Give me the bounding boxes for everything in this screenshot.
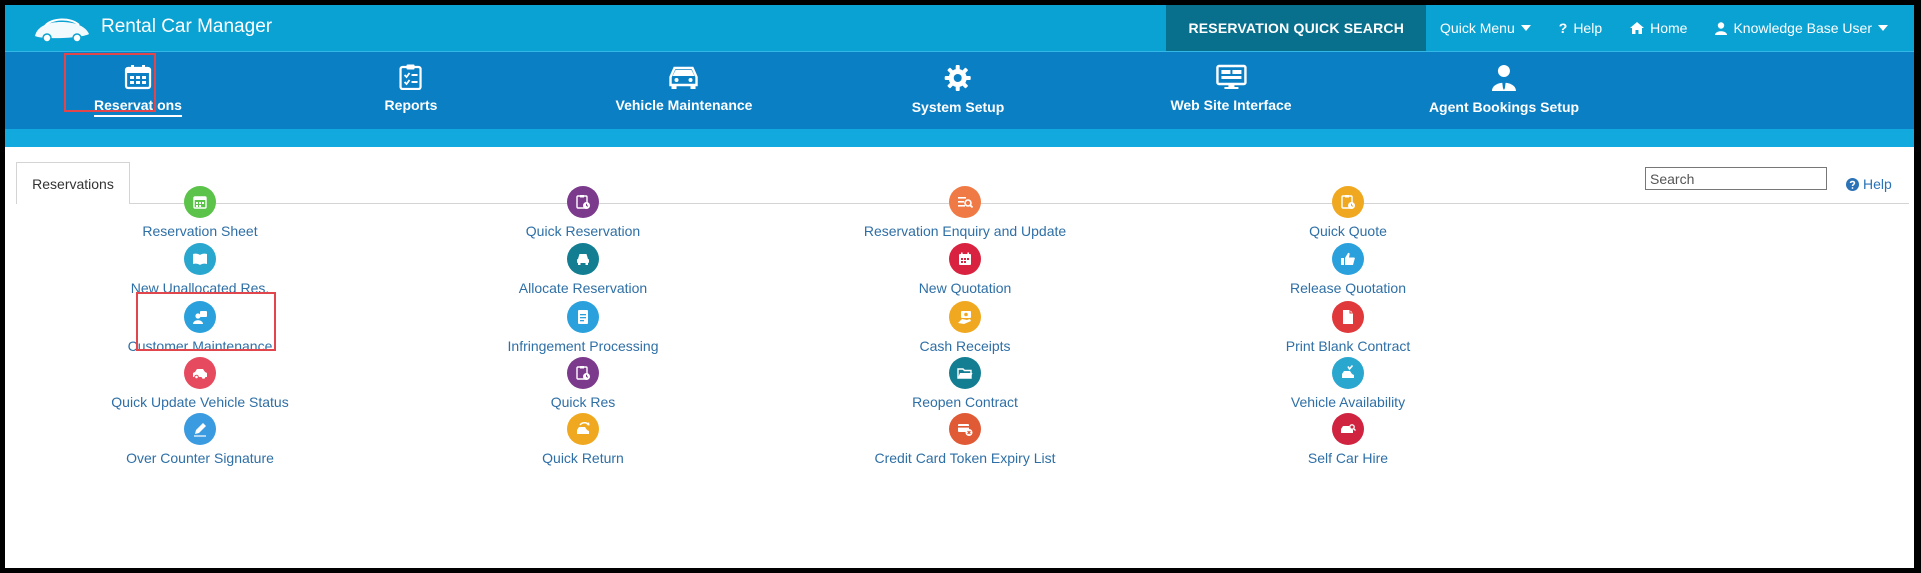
menu-item-quick-update-vehicle-status[interactable]: Quick Update Vehicle Status xyxy=(70,357,330,410)
menu-item-label: Reservation Enquiry and Update xyxy=(863,223,1067,239)
user-icon xyxy=(1715,21,1728,35)
nav-label: Agent Bookings Setup xyxy=(1428,99,1580,115)
menu-item-quick-quote[interactable]: Quick Quote xyxy=(1218,186,1478,239)
home-link[interactable]: Home xyxy=(1616,5,1701,51)
calendar-icon xyxy=(949,243,981,275)
document-icon xyxy=(567,301,599,333)
highlight-box-customer-maintenance xyxy=(136,292,276,351)
app-title: Rental Car Manager xyxy=(101,16,273,37)
user-menu-dropdown[interactable]: Knowledge Base User xyxy=(1701,5,1914,51)
thumbs-up-icon xyxy=(1332,243,1364,275)
menu-item-vehicle-availability[interactable]: Vehicle Availability xyxy=(1218,357,1478,410)
caret-down-icon xyxy=(1520,25,1531,31)
help-label: Help xyxy=(1573,20,1603,36)
menu-item-label: Quick Reservation xyxy=(525,223,641,239)
car-front-icon xyxy=(567,243,599,275)
home-label: Home xyxy=(1650,20,1688,36)
menu-item-label: Print Blank Contract xyxy=(1285,338,1411,354)
car-logo-icon xyxy=(35,18,89,43)
nav-web-site-interface[interactable]: Web Site Interface xyxy=(1170,52,1292,130)
folder-open-icon xyxy=(949,357,981,389)
car-key-icon xyxy=(1332,413,1364,445)
cash-hand-icon xyxy=(949,301,981,333)
menu-item-label: Vehicle Availability xyxy=(1290,394,1406,410)
main-nav: Reservations Reports Vehicle Maintenance xyxy=(5,51,1914,129)
top-bar: Rental Car Manager RESERVATION QUICK SEA… xyxy=(5,5,1914,51)
home-icon xyxy=(1630,22,1645,34)
menu-item-label: Reopen Contract xyxy=(912,394,1018,410)
menu-item-label: Quick Update Vehicle Status xyxy=(111,394,289,410)
menu-item-reservation-sheet[interactable]: Reservation Sheet xyxy=(70,186,330,239)
question-circle-icon xyxy=(1846,177,1859,191)
app-window: Rental Car Manager RESERVATION QUICK SEA… xyxy=(5,5,1914,568)
nav-strip xyxy=(5,129,1914,147)
user-label: Knowledge Base User xyxy=(1733,20,1872,36)
question-icon: ? xyxy=(1558,20,1568,36)
clipboard-clock-icon xyxy=(567,357,599,389)
menu-item-label: Release Quotation xyxy=(1290,280,1406,296)
calendar-grid-icon xyxy=(184,186,216,218)
menu-item-new-quotation[interactable]: New Quotation xyxy=(835,243,1095,296)
page-icon xyxy=(1332,301,1364,333)
menu-item-label: Quick Return xyxy=(542,450,624,466)
agent-icon xyxy=(1492,65,1516,91)
monitor-icon xyxy=(1215,64,1247,89)
menu-item-label: Over Counter Signature xyxy=(126,450,274,466)
menu-item-release-quotation[interactable]: Release Quotation xyxy=(1218,243,1478,296)
nav-label: Web Site Interface xyxy=(1170,97,1292,113)
car-check-icon xyxy=(1332,357,1364,389)
menu-item-label: Cash Receipts xyxy=(919,338,1011,354)
menu-item-label: New Quotation xyxy=(918,280,1012,296)
menu-item-reopen-contract[interactable]: Reopen Contract xyxy=(835,357,1095,410)
highlight-box-reservations xyxy=(64,53,156,112)
pen-icon xyxy=(184,413,216,445)
quick-menu-dropdown[interactable]: Quick Menu xyxy=(1426,5,1545,51)
menu-item-label: Credit Card Token Expiry List xyxy=(874,450,1056,466)
menu-item-label: Allocate Reservation xyxy=(518,280,648,296)
card-x-icon xyxy=(949,413,981,445)
nav-label: System Setup xyxy=(911,99,1005,115)
top-nav: RESERVATION QUICK SEARCH Quick Menu ? He… xyxy=(1166,5,1914,51)
nav-system-setup[interactable]: System Setup xyxy=(911,52,1005,130)
search-input[interactable] xyxy=(1645,167,1827,190)
nav-agent-bookings-setup[interactable]: Agent Bookings Setup xyxy=(1429,52,1579,130)
menu-item-print-blank-contract[interactable]: Print Blank Contract xyxy=(1218,301,1478,354)
menu-item-quick-res[interactable]: Quick Res xyxy=(453,357,713,410)
clipboard-list-icon xyxy=(399,64,423,90)
menu-item-label: Quick Quote xyxy=(1309,223,1387,239)
menu-item-label: Reservation Sheet xyxy=(142,223,258,239)
menu-item-credit-card-token-expiry-list[interactable]: Credit Card Token Expiry List xyxy=(835,413,1095,466)
menu-item-label: Self Car Hire xyxy=(1307,450,1389,466)
gear-icon xyxy=(945,65,971,91)
menu-item-quick-return[interactable]: Quick Return xyxy=(453,413,713,466)
car-icon xyxy=(184,357,216,389)
nav-reports[interactable]: Reports xyxy=(384,52,438,130)
menu-item-allocate-reservation[interactable]: Allocate Reservation xyxy=(453,243,713,296)
menu-item-reservation-enquiry-and-update[interactable]: Reservation Enquiry and Update xyxy=(835,186,1095,239)
help-link-content[interactable]: Help xyxy=(1846,176,1892,192)
menu-item-self-car-hire[interactable]: Self Car Hire xyxy=(1218,413,1478,466)
quick-menu-label: Quick Menu xyxy=(1440,20,1515,36)
menu-item-new-unallocated-res[interactable]: New Unallocated Res. xyxy=(70,243,330,296)
nav-label: Reports xyxy=(384,97,438,113)
menu-item-quick-reservation[interactable]: Quick Reservation xyxy=(453,186,713,239)
menu-item-over-counter-signature[interactable]: Over Counter Signature xyxy=(70,413,330,466)
menu-item-label: Infringement Processing xyxy=(507,338,659,354)
caret-down-icon xyxy=(1878,25,1888,31)
book-open-icon xyxy=(184,243,216,275)
car-return-icon xyxy=(567,413,599,445)
nav-vehicle-maintenance[interactable]: Vehicle Maintenance xyxy=(615,52,753,130)
menu-item-cash-receipts[interactable]: Cash Receipts xyxy=(835,301,1095,354)
reservation-quick-search-button[interactable]: RESERVATION QUICK SEARCH xyxy=(1166,5,1427,51)
help-link[interactable]: ? Help xyxy=(1545,5,1616,51)
clipboard-clock-icon xyxy=(567,186,599,218)
menu-item-label: Quick Res xyxy=(550,394,616,410)
car-icon xyxy=(669,66,699,89)
help-label: Help xyxy=(1863,176,1892,192)
nav-label: Vehicle Maintenance xyxy=(615,97,753,113)
list-search-icon xyxy=(949,186,981,218)
menu-item-infringement-processing[interactable]: Infringement Processing xyxy=(453,301,713,354)
clipboard-clock-icon xyxy=(1332,186,1364,218)
